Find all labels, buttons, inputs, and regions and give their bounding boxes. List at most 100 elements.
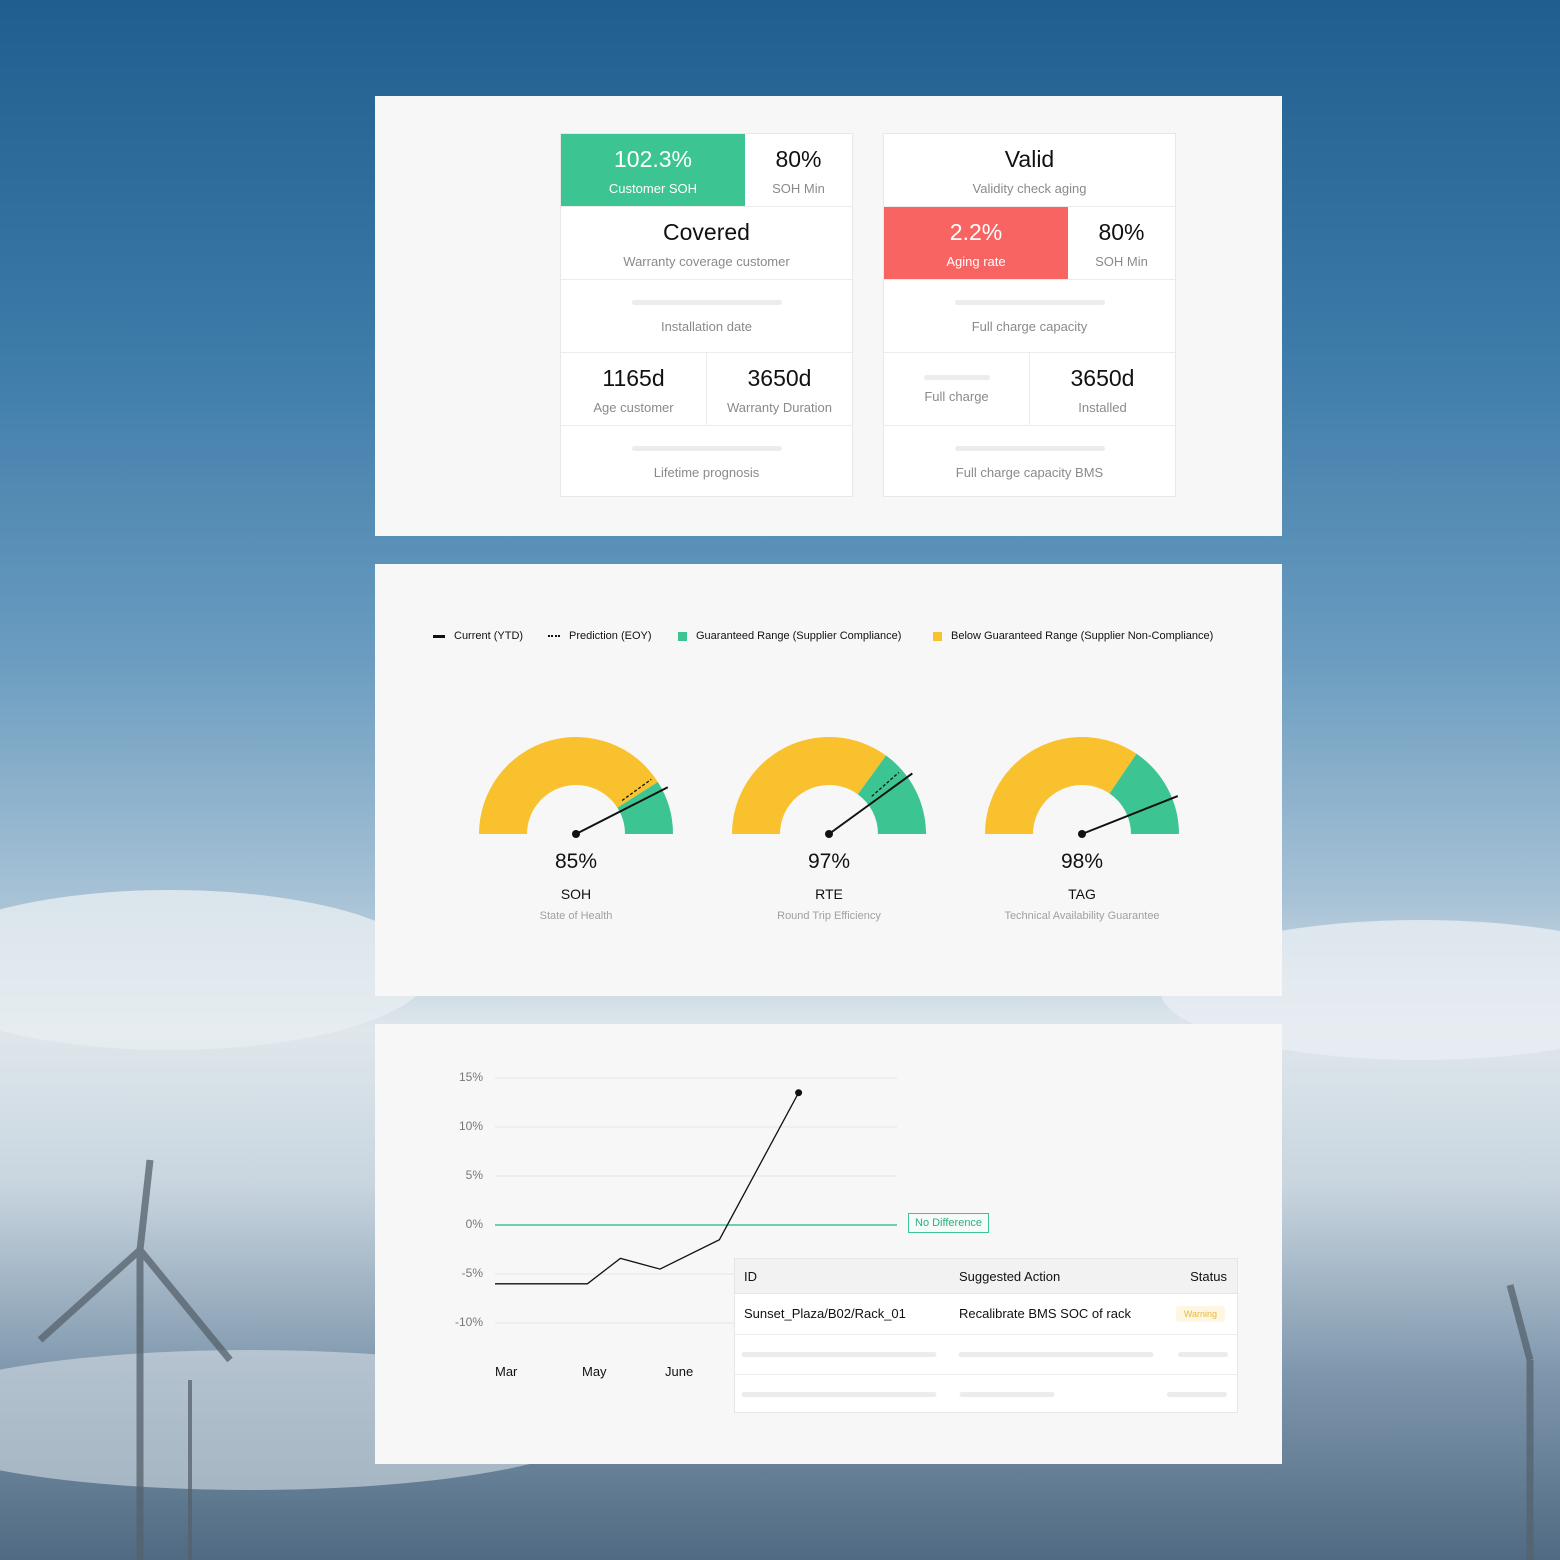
- gauge-rte-name: RTE: [815, 886, 843, 902]
- below-range-arc: [732, 737, 887, 834]
- deviation-series-line: [495, 1092, 800, 1285]
- placeholder-bar: [741, 1352, 937, 1357]
- aging-rate-value: 2.2%: [949, 219, 1003, 245]
- customer-soh-tile: 102.3% Customer SOH: [561, 134, 745, 206]
- gauge-soh-svg: [479, 737, 673, 838]
- legend-prediction: Prediction (EOY): [548, 630, 652, 642]
- installation-date-tile: Installation date: [561, 280, 852, 352]
- warranty-duration-value: 3650d: [747, 365, 812, 391]
- aging-rate-label: Aging rate: [946, 254, 1006, 269]
- gauge-tag: 98% TAG Technical Availability Guarantee: [982, 734, 1182, 934]
- legend-current: Current (YTD): [433, 630, 523, 642]
- coverage-value: Covered: [663, 219, 750, 245]
- soh-min-tile-right: 80% SOH Min: [1068, 207, 1175, 279]
- gauge-soh: 85% SOH State of Health: [476, 734, 676, 934]
- gauge-rte-value: 97%: [807, 850, 851, 873]
- installation-date-label: Installation date: [660, 319, 753, 334]
- soh-min-value: 80%: [775, 146, 822, 172]
- gauges-panel: Current (YTD) Prediction (EOY) Guarantee…: [375, 564, 1282, 996]
- placeholder-bar: [631, 446, 782, 451]
- placeholder-bar: [741, 1392, 937, 1397]
- lifetime-prognosis-tile: Lifetime prognosis: [561, 426, 852, 498]
- placeholder-bar: [954, 300, 1105, 305]
- gauge-tag-svg: [985, 737, 1179, 838]
- placeholder-bar: [958, 1352, 1154, 1357]
- header-suggested-action[interactable]: Suggested Action: [959, 1269, 1060, 1284]
- table-row[interactable]: Sunset_Plaza/B02/Rack_01 Recalibrate BMS…: [735, 1294, 1237, 1335]
- yellow-square-icon: [933, 631, 942, 641]
- full-charge-capacity-tile: Full charge capacity: [884, 280, 1175, 352]
- legend-guaranteed: Guaranteed Range (Supplier Compliance): [678, 630, 901, 642]
- needle-pivot: [572, 830, 580, 838]
- x-label-mar: Mar: [495, 1364, 518, 1379]
- table-row: [735, 1374, 1237, 1414]
- needle-pivot: [1078, 830, 1086, 838]
- placeholder-bar: [1178, 1352, 1228, 1357]
- soh-min-label: SOH Min: [772, 181, 825, 196]
- full-charge-label: Full charge: [924, 389, 989, 404]
- solid-line-icon: [433, 634, 445, 638]
- x-label-may: May: [582, 1364, 607, 1379]
- row-id: Sunset_Plaza/B02/Rack_01: [744, 1306, 906, 1321]
- validity-label: Validity check aging: [972, 181, 1087, 196]
- needle-pivot: [825, 830, 833, 838]
- customer-warranty-card: 102.3% Customer SOH 80% SOH Min Covered …: [560, 133, 853, 497]
- legend-guaranteed-label: Guaranteed Range (Supplier Compliance): [696, 630, 902, 642]
- gauge-rte-desc: Round Trip Efficiency: [777, 910, 881, 922]
- placeholder-bar: [923, 375, 990, 380]
- customer-soh-label: Customer SOH: [608, 181, 698, 196]
- aging-rate-tile: 2.2% Aging rate: [884, 207, 1068, 279]
- age-tile: 1165d Age customer: [561, 353, 707, 425]
- soh-min-label-right: SOH Min: [1095, 254, 1148, 269]
- green-square-icon: [678, 631, 687, 641]
- status-badge: Warning: [1175, 1306, 1225, 1322]
- gauge-rte-svg: [732, 737, 926, 838]
- age-value: 1165d: [602, 365, 665, 391]
- placeholder-bar: [954, 446, 1105, 451]
- aging-validity-card: Valid Validity check aging 2.2% Aging ra…: [883, 133, 1176, 497]
- series-end-point: [795, 1089, 803, 1097]
- fcc-bms-label: Full charge capacity BMS: [955, 465, 1104, 480]
- customer-soh-value: 102.3%: [613, 146, 692, 172]
- placeholder-bar: [959, 1392, 1055, 1397]
- warranty-duration-label: Warranty Duration: [727, 400, 832, 415]
- below-range-arc: [985, 737, 1137, 834]
- installed-label: Installed: [1078, 400, 1127, 415]
- gauge-soh-value: 85%: [554, 850, 598, 873]
- gauge-soh-name: SOH: [560, 886, 592, 902]
- full-charge-capacity-label: Full charge capacity: [971, 319, 1088, 334]
- table-row: [735, 1334, 1237, 1375]
- full-charge-tile: Full charge: [884, 353, 1030, 425]
- gauge-soh-desc: State of Health: [539, 910, 613, 922]
- x-label-june: June: [665, 1364, 694, 1379]
- table-header: ID Suggested Action Status: [735, 1259, 1237, 1294]
- age-label: Age customer: [593, 400, 674, 415]
- soh-min-value-right: 80%: [1098, 219, 1145, 245]
- legend-current-label: Current (YTD): [454, 630, 524, 642]
- header-status[interactable]: Status: [1190, 1269, 1227, 1284]
- no-difference-badge: No Difference: [908, 1213, 990, 1233]
- fcc-bms-tile: Full charge capacity BMS: [884, 426, 1175, 498]
- suggested-actions-table: ID Suggested Action Status Sunset_Plaza/…: [734, 1258, 1238, 1413]
- warranty-panel: 102.3% Customer SOH 80% SOH Min Covered …: [375, 96, 1282, 536]
- header-id[interactable]: ID: [744, 1269, 757, 1284]
- gauge-tag-desc: Technical Availability Guarantee: [1004, 910, 1160, 922]
- warranty-duration-tile: 3650d Warranty Duration: [707, 353, 852, 425]
- gauge-rte: 97% RTE Round Trip Efficiency: [729, 734, 929, 934]
- installed-tile: 3650d Installed: [1030, 353, 1175, 425]
- coverage-label: Warranty coverage customer: [623, 254, 790, 269]
- soh-min-tile: 80% SOH Min: [745, 134, 852, 206]
- deviation-panel: 15% 10% 5% 0% -5% -10% No Difference Mar May …: [375, 1024, 1282, 1464]
- row-action: Recalibrate BMS SOC of rack: [959, 1306, 1131, 1321]
- placeholder-bar: [1167, 1392, 1227, 1397]
- legend-prediction-label: Prediction (EOY): [569, 630, 652, 642]
- validity-tile: Valid Validity check aging: [884, 134, 1175, 206]
- lifetime-prognosis-label: Lifetime prognosis: [653, 465, 760, 480]
- gauge-tag-value: 98%: [1060, 850, 1104, 873]
- legend-below: Below Guaranteed Range (Supplier Non-Com…: [933, 630, 1213, 642]
- gauge-tag-name: TAG: [1068, 886, 1096, 902]
- validity-value: Valid: [1004, 146, 1055, 172]
- installed-value: 3650d: [1070, 365, 1135, 391]
- dotted-line-icon: [548, 635, 560, 637]
- legend-below-label: Below Guaranteed Range (Supplier Non-Com…: [951, 630, 1214, 642]
